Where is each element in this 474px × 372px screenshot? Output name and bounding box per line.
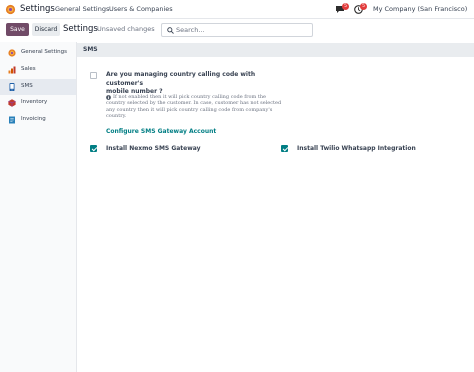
sidebar-item-inventory[interactable]: Inventory <box>0 95 76 111</box>
sidebar-item-label: Sales <box>21 66 36 72</box>
section-header: SMS <box>77 43 474 57</box>
nexmo-checkbox[interactable] <box>90 145 97 152</box>
save-button[interactable]: Save <box>6 23 29 36</box>
sidebar-item-invoicing[interactable]: Invoicing <box>0 112 76 128</box>
sidebar-item-label: General Settings <box>21 49 67 55</box>
country-code-title-line1: Are you managing country calling code wi… <box>106 71 256 87</box>
control-panel: Save Discard Settings Unsaved changes <box>0 19 474 42</box>
sales-icon <box>8 66 16 74</box>
sms-icon <box>9 83 15 91</box>
general-settings-icon <box>8 49 16 57</box>
nexmo-label: Install Nexmo SMS Gateway <box>106 145 201 152</box>
country-code-checkbox[interactable] <box>90 72 97 79</box>
menu-general-settings[interactable]: General Settings <box>55 5 109 13</box>
sidebar-item-label: Inventory <box>21 99 48 105</box>
discard-button[interactable]: Discard <box>32 23 60 36</box>
search-input[interactable] <box>176 25 308 35</box>
configure-sms-gateway-link[interactable]: Configure SMS Gateway Account <box>106 128 216 135</box>
country-code-description: If not enabled then it will pick country… <box>106 94 306 120</box>
country-code-title: Are you managing country calling code wi… <box>106 71 286 97</box>
sidebar-item-sms[interactable]: SMS <box>0 79 76 95</box>
sidebar-item-general-settings[interactable]: General Settings <box>0 45 76 61</box>
settings-app-icon[interactable] <box>5 4 16 15</box>
settings-content: SMS Are you managing country calling cod… <box>77 42 474 372</box>
top-navbar: Settings General Settings Users & Compan… <box>0 0 474 19</box>
sidebar-item-sales[interactable]: Sales <box>0 62 76 78</box>
chat-badge: 5 <box>342 3 349 10</box>
description-line: country. <box>106 113 127 120</box>
sidebar-item-label: Invoicing <box>21 116 46 122</box>
company-switcher[interactable]: My Company (San Francisco) <box>373 5 467 13</box>
activity-badge: 5 <box>360 3 367 10</box>
inventory-icon <box>8 99 16 107</box>
unsaved-status: Unsaved changes <box>97 25 155 33</box>
app-name[interactable]: Settings <box>20 4 55 14</box>
description-line: country selected by the customer. In cas… <box>106 100 282 107</box>
invoicing-icon <box>9 116 15 124</box>
sidebar-item-label: SMS <box>21 83 33 89</box>
twilio-checkbox[interactable] <box>281 145 288 152</box>
settings-sidebar: General Settings Sales SMS Inventory Inv… <box>0 42 77 372</box>
twilio-label: Install Twilio Whatsapp Integration <box>297 145 416 152</box>
breadcrumb: Settings <box>63 24 98 34</box>
search-icon <box>167 27 174 34</box>
search-bar[interactable] <box>161 23 313 37</box>
section-title: SMS <box>83 46 98 53</box>
menu-users-companies[interactable]: Users & Companies <box>109 5 173 13</box>
